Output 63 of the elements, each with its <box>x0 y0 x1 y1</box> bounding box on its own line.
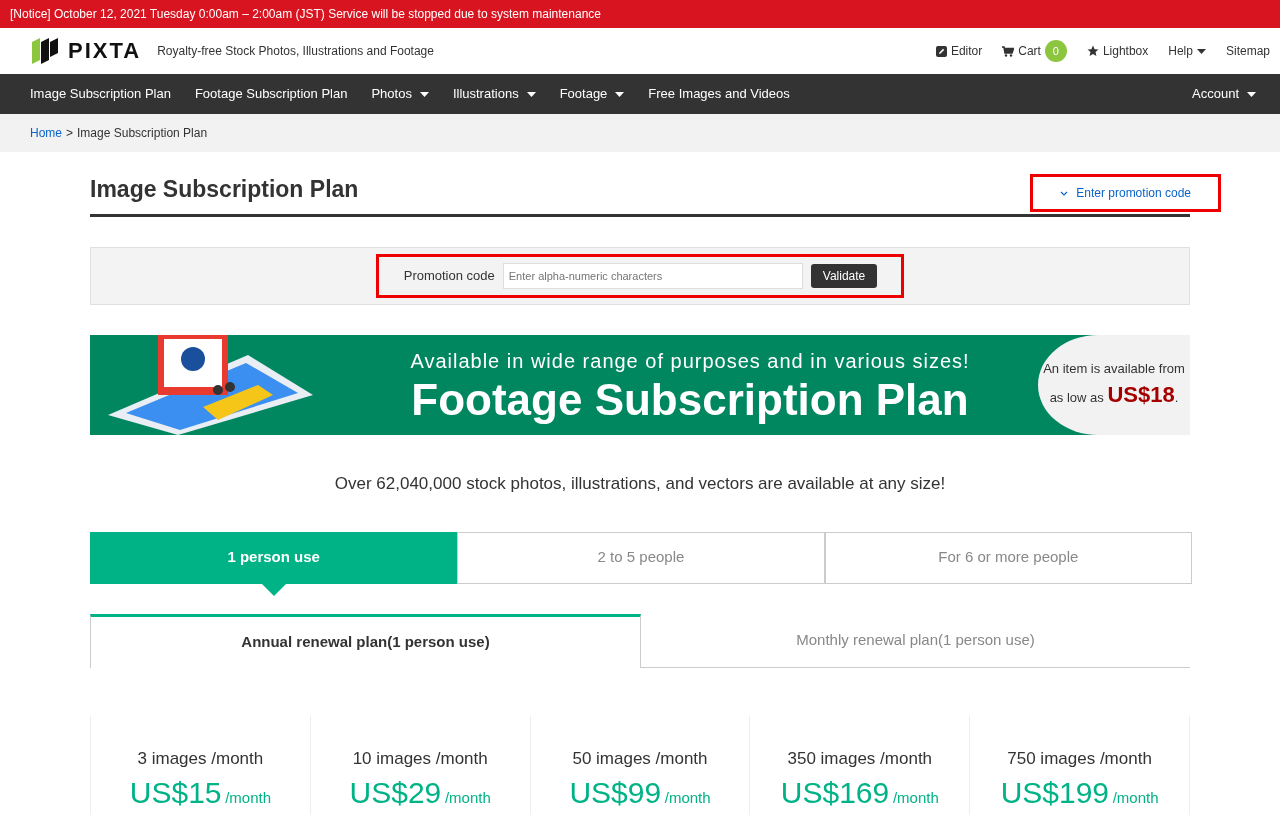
cart-icon <box>1002 45 1015 57</box>
image-quota: 50 images /month <box>571 747 709 770</box>
footage-plan-banner[interactable]: Available in wide range of purposes and in various sizes! Footage Subscription Plan An item is available from as low as US$18. <box>90 335 1190 435</box>
header-link[interactable]: Editor <box>935 42 983 60</box>
image-quota: 350 images /month <box>786 747 934 770</box>
nav-item[interactable]: Photos <box>359 74 441 114</box>
caret-icon <box>1196 48 1206 54</box>
plan-price: US$99 <box>569 776 662 809</box>
nav-item[interactable]: Footage <box>547 74 637 114</box>
chevron-down-icon <box>1060 190 1069 196</box>
promotion-code-label: Promotion code <box>403 267 495 286</box>
nav-item[interactable]: Footage Subscription Plan <box>182 74 360 114</box>
breadcrumb-link[interactable]: Home <box>30 124 62 142</box>
plan-price: US$169 <box>780 776 890 809</box>
image-quota: 3 images /month <box>136 747 265 770</box>
banner-title: Footage Subscription Plan <box>410 375 970 425</box>
header-link[interactable]: Sitemap <box>1225 42 1270 60</box>
maintenance-notice: [Notice] October 12, 2021 Tuesday 0:00am – 2:00am (JST) Service will be stopped due to system maintenance <box>0 0 1280 28</box>
logo-wordmark[interactable]: PIXTA <box>68 40 142 62</box>
promotion-code-input[interactable]: Enter alpha-numeric characters <box>502 263 803 289</box>
nav-item[interactable]: Illustrations <box>440 74 548 114</box>
plan-price: US$29 <box>349 776 442 809</box>
catalog-summary: Over 62,040,000 stock photos, illustrations, and vectors are available at any size! <box>333 473 947 495</box>
price-unit: /month <box>664 789 711 806</box>
caret-icon <box>615 91 625 97</box>
edit-icon <box>935 45 947 57</box>
breadcrumb-current: Image Subscription Plan <box>77 125 208 142</box>
plan-card[interactable]: 750 images /month US$199/month <box>969 715 1190 815</box>
plan-card[interactable]: 3 images /month US$15/month <box>90 715 310 815</box>
plan-card[interactable]: 50 images /month US$99/month <box>529 715 750 815</box>
breadcrumb-separator: > <box>66 125 74 142</box>
image-quota: 10 images /month <box>351 747 489 770</box>
promotion-code-toggle[interactable]: Enter promotion code <box>1030 174 1221 212</box>
user-count-tab[interactable]: For 6 or more people <box>824 531 1192 584</box>
header-link[interactable]: Lightbox <box>1086 42 1149 60</box>
star-icon <box>1086 45 1099 57</box>
banner-subtitle: Available in wide range of purposes and in various sizes! <box>409 348 971 374</box>
nav-item[interactable]: Free Images and Videos <box>636 74 802 114</box>
selected-pointer <box>259 581 288 596</box>
plan-card[interactable]: 350 images /month US$169/month <box>749 715 970 815</box>
caret-icon <box>419 91 429 97</box>
site-tagline: Royalty-free Stock Photos, Illustrations and Footage <box>157 43 434 60</box>
plan-price: US$15 <box>129 776 222 809</box>
plan-price: US$199 <box>1000 776 1110 809</box>
validate-button[interactable]: Validate <box>810 264 878 288</box>
caret-icon <box>526 91 536 97</box>
price-unit: /month <box>444 789 491 806</box>
price-unit: /month <box>892 789 939 806</box>
nav-item[interactable]: Image Subscription Plan <box>18 74 183 114</box>
image-quota: 750 images /month <box>1006 747 1153 770</box>
renewal-plan-tab[interactable]: Annual renewal plan(1 person use) <box>90 613 641 668</box>
cart-count-badge: 0 <box>1044 40 1067 62</box>
header-link[interactable]: Help <box>1168 42 1206 60</box>
header-link[interactable]: Cart 0 <box>1002 40 1067 62</box>
banner-price-note: An item is available from as low as US$18. <box>1042 359 1186 410</box>
plan-card[interactable]: 10 images /month US$29/month <box>309 715 530 815</box>
account-menu[interactable]: Account <box>1180 74 1268 114</box>
page-title: Image Subscription Plan <box>90 176 359 204</box>
logo-mark-icon <box>30 36 60 66</box>
caret-icon <box>1247 91 1256 97</box>
price-unit: /month <box>1112 789 1159 806</box>
price-unit: /month <box>225 789 271 806</box>
user-count-tab[interactable]: 2 to 5 people <box>457 531 825 584</box>
